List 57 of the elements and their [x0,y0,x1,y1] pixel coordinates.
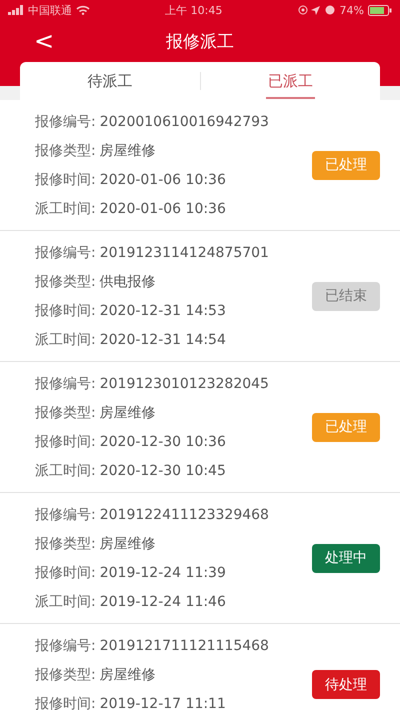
field-label: 报修编号: [35,374,96,392]
field-label: 派工时间: [35,330,96,348]
field-label: 派工时间: [35,462,96,480]
page-title: 报修派工 [166,30,234,52]
field-value: 房屋维修 [100,666,156,684]
field-label: 报修时间: [35,694,96,710]
record-card[interactable]: 报修编号: 2019123114124875701 报修类型: 供电报修 报修时间: 2020-12-31 14:53 派工时间: 2020-12-31 14:54 已结束 [0,231,400,362]
back-button[interactable]: < [30,28,58,54]
field-value: 房屋维修 [100,142,156,160]
tab[interactable]: 已派工 [200,62,380,100]
field-value: 2019121711121115468 [100,638,269,654]
field-label: 派工时间: [35,200,96,218]
field-value: 2020-12-30 10:36 [100,434,226,450]
field-label: 报修编号: [35,244,96,262]
field-value: 2019-12-24 11:46 [100,594,226,610]
field-value: 供电报修 [100,272,156,290]
field-value: 2019123114124875701 [100,244,269,260]
field-label: 报修类型: [35,272,96,290]
status-badge[interactable]: 处理中 [312,544,380,572]
field-value: 2020-01-06 10:36 [100,200,226,216]
record-card[interactable]: 报修编号: 2019122411123329468 报修类型: 房屋维修 报修时间: 2019-12-24 11:39 派工时间: 2019-12-24 11:46 处理中 [0,493,400,624]
carrier-name: 中国联通 [28,2,72,18]
field-label: 报修时间: [35,170,96,188]
field-value: 2020-12-31 14:54 [100,332,226,348]
field-value: 2019123010123282045 [100,376,269,392]
field-label: 报修编号: [35,636,96,654]
tab[interactable]: 待派工 [20,62,200,100]
field-label: 报修类型: [35,404,96,422]
record-card[interactable]: 报修编号: 2020010610016942793 报修类型: 房屋维修 报修时间: 2020-01-06 10:36 派工时间: 2020-01-06 10:36 已处理 [0,100,400,231]
record-card[interactable]: 报修编号: 2019121711121115468 报修类型: 房屋维修 报修时间: 2019-12-17 11:11 待处理 [0,624,400,710]
battery-percent: 74% [340,4,364,16]
field-value: 2019-12-24 11:39 [100,564,226,580]
field-value: 2020010610016942793 [100,114,269,130]
status-badge[interactable]: 待处理 [312,670,380,699]
field-label: 报修时间: [35,302,96,320]
field-label: 报修类型: [35,534,96,552]
field-label: 报修类型: [35,666,96,684]
signal-icon [8,5,24,15]
field-label: 报修类型: [35,142,96,160]
field-value: 2019-12-17 11:11 [100,696,226,710]
field-label: 报修时间: [35,432,96,450]
battery-icon [368,4,392,16]
clock-time: 上午 10:45 [165,2,222,18]
status-icons [298,5,336,15]
field-value: 2020-12-30 10:45 [100,462,226,478]
field-label: 派工时间: [35,592,96,610]
field-value: 2020-01-06 10:36 [100,172,226,188]
record-card[interactable]: 报修编号: 2019123010123282045 报修类型: 房屋维修 报修时间: 2020-12-30 10:36 派工时间: 2020-12-30 10:45 已处理 [0,362,400,493]
field-label: 报修编号: [35,112,96,130]
status-badge[interactable]: 已结束 [312,282,380,310]
field-value: 2020-12-31 14:53 [100,302,226,318]
field-value: 房屋维修 [100,534,156,552]
field-value: 2019122411123329468 [100,506,269,522]
field-label: 报修编号: [35,506,96,524]
field-label: 报修时间: [35,564,96,582]
field-value: 房屋维修 [100,404,156,422]
wifi-icon [76,5,90,15]
